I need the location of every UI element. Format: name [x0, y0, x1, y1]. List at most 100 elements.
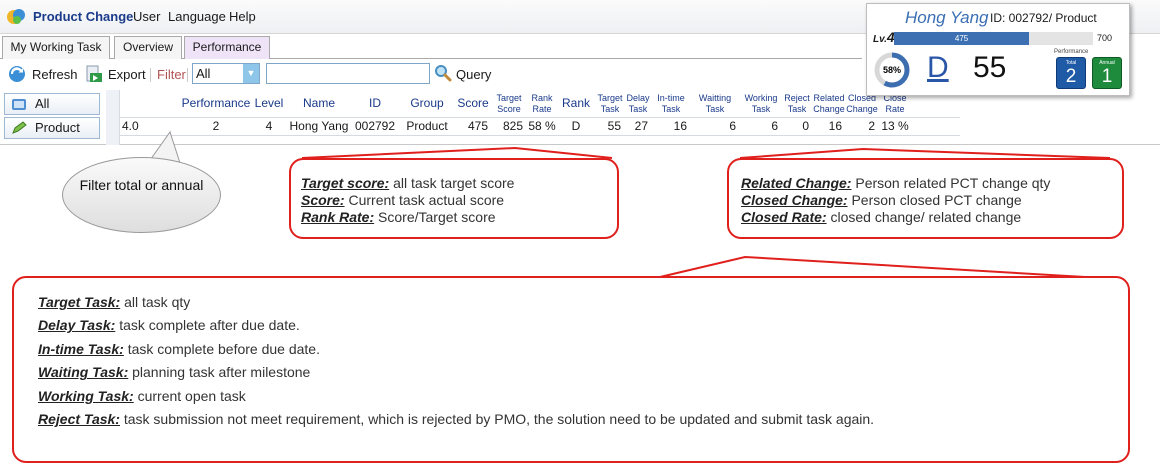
col-header-reject-task[interactable]: Reject Task	[782, 90, 812, 117]
grid-cell-delay-task: 27	[634, 119, 648, 133]
grid-row-header	[106, 90, 120, 145]
toolbar-divider	[187, 68, 188, 82]
definition-text: closed change/ related change	[826, 209, 1022, 225]
col-header-group[interactable]: Group	[400, 90, 454, 117]
menu-language[interactable]: Language	[168, 9, 226, 24]
col-header-working-task[interactable]: Working Task	[741, 90, 781, 117]
definition-text: task submission not meet requirement, wh…	[119, 411, 875, 428]
query-input[interactable]	[266, 63, 430, 84]
tab-my-working-task[interactable]: My Working Task	[2, 36, 110, 59]
sidebar: All Product	[0, 90, 106, 145]
grid-cell-target-task: 55	[607, 119, 621, 133]
tab-bar: My Working Task Overview Performance	[0, 34, 862, 59]
rank-rate-ring-label: 58%	[883, 65, 901, 75]
definition-text: Person closed PCT change	[847, 192, 1022, 208]
tab-overview[interactable]: Overview	[114, 36, 182, 59]
grid-cell-id: 002792	[354, 119, 396, 133]
all-folder-icon	[12, 99, 26, 110]
total-badge-value: 2	[1065, 66, 1077, 87]
col-header-performance[interactable]: Performance	[182, 90, 251, 117]
product-pencil-icon	[12, 121, 27, 134]
query-button[interactable]: Query	[456, 67, 491, 82]
sidebar-item-product[interactable]: Product	[4, 117, 100, 139]
annual-badge[interactable]: Annual 1	[1092, 57, 1122, 89]
grid-cell-group: Product	[406, 119, 448, 133]
product-change-app-icon	[7, 9, 25, 24]
definition-line: Target Task: all task qty	[38, 291, 1128, 314]
col-header-rank[interactable]: Rank	[558, 90, 594, 117]
score-progress-bar: 475	[894, 32, 1093, 45]
grid-cell-prefix: 4.0	[122, 119, 139, 133]
grid-cell-in-time-task: 16	[673, 119, 687, 133]
col-header-rank-rate[interactable]: Rank Rate	[527, 90, 557, 117]
rank-rate-ring: 58%	[874, 52, 910, 88]
task-definitions-callout: Target Task: all task qty Delay Task: ta…	[12, 276, 1130, 463]
definition-term: In-time Task:	[38, 340, 124, 357]
col-header-target-score[interactable]: Target Score	[492, 90, 526, 117]
col-header-target-task[interactable]: Target Task	[596, 90, 624, 117]
sidebar-item-all[interactable]: All	[4, 93, 100, 115]
sidebar-item-label: Product	[35, 120, 80, 135]
grid-cell-related-change: 16	[828, 119, 842, 133]
definition-text: planning task after milestone	[128, 364, 311, 381]
menu-user[interactable]: User	[133, 9, 160, 24]
definition-term: Target Task:	[38, 294, 121, 310]
definition-term: Target score:	[301, 175, 390, 191]
export-icon[interactable]	[85, 64, 103, 84]
export-button[interactable]: Export	[108, 67, 146, 82]
score-callout-pointer	[301, 146, 613, 159]
definition-line: Closed Rate: closed change/ related chan…	[741, 209, 1122, 226]
col-header-waitting-task[interactable]: Waitting Task	[691, 90, 739, 117]
definition-line: Reject Task: task submission not meet re…	[38, 408, 1128, 431]
definition-term: Reject Task:	[38, 411, 120, 428]
grid-cell-close-rate: 13 %	[881, 119, 909, 133]
grid-cell-rank: D	[571, 119, 581, 133]
col-header-score[interactable]: Score	[455, 90, 491, 117]
definition-line: Target score: all task target score	[301, 175, 617, 192]
definition-line: Delay Task: task complete after due date…	[38, 314, 1128, 337]
grid-cell-working-task: 6	[771, 119, 778, 133]
definition-term: Working Task:	[38, 387, 134, 404]
refresh-button[interactable]: Refresh	[32, 67, 78, 82]
col-header-level[interactable]: Level	[251, 90, 287, 117]
col-header-name[interactable]: Name	[288, 90, 350, 117]
definition-text: task complete before due date.	[123, 340, 320, 357]
definition-term: Delay Task:	[38, 317, 116, 334]
definition-line: Related Change: Person related PCT chang…	[741, 175, 1122, 192]
change-definitions-callout: Related Change: Person related PCT chang…	[727, 158, 1124, 239]
filter-label: Filter	[157, 67, 186, 82]
grid-cell-waitting-task: 6	[729, 119, 736, 133]
grid-cell-closed-change: 2	[868, 119, 875, 133]
refresh-icon[interactable]	[8, 65, 26, 83]
col-header-delay-task[interactable]: Delay Task	[625, 90, 651, 117]
score-definitions-callout: Target score: all task target score Scor…	[289, 158, 619, 239]
col-header-id[interactable]: ID	[351, 90, 399, 117]
col-header-related-change[interactable]: Related Change	[813, 90, 845, 117]
rank-grade: D	[927, 51, 949, 84]
grid-cell-target-score: 825	[502, 119, 523, 133]
change-callout-pointer	[739, 147, 1111, 159]
tab-performance[interactable]: Performance	[184, 36, 270, 59]
grid-cell-performance: 2	[212, 119, 220, 133]
query-magnifier-icon[interactable]	[434, 64, 452, 82]
definition-line: Working Task: current open task	[38, 385, 1128, 408]
profile-name: Hong Yang	[905, 8, 989, 27]
definition-text: task complete after due date.	[115, 317, 300, 334]
definition-text: all task qty	[120, 294, 191, 310]
definition-term: Rank Rate:	[301, 209, 375, 225]
performance-label: Performance	[1054, 49, 1089, 55]
level-prefix: Lv.	[873, 34, 887, 45]
grid-cell-name: Hong Yang	[289, 119, 349, 133]
performance-grid: Performance Level Name ID Group Score Ta…	[106, 90, 960, 145]
col-header-in-time-task[interactable]: In-time Task	[652, 90, 690, 117]
chevron-down-icon[interactable]: ▼	[243, 64, 259, 83]
grid-cell-reject-task: 0	[802, 119, 809, 133]
menu-help[interactable]: Help	[229, 9, 256, 24]
total-badge[interactable]: Total 2	[1056, 57, 1086, 89]
filter-select[interactable]: All ▼	[192, 63, 260, 84]
grid-divider	[120, 135, 960, 136]
score-progress-max: 700	[1097, 33, 1113, 43]
task-score: 55	[973, 51, 1007, 84]
level-indicator: Lv.4	[873, 29, 895, 45]
definition-term: Closed Rate:	[741, 209, 827, 225]
